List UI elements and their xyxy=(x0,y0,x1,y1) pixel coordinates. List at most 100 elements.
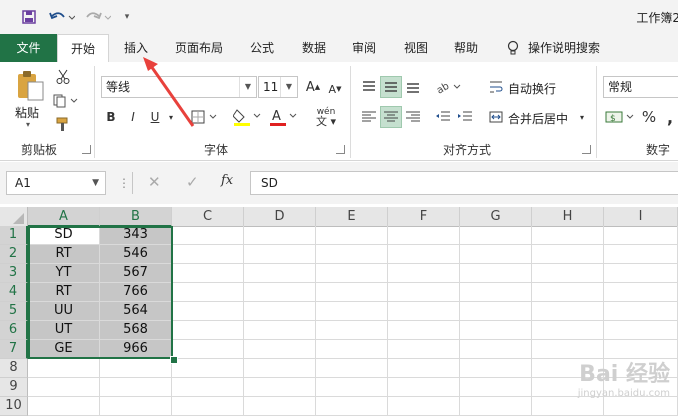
column-header-e[interactable]: E xyxy=(316,207,388,227)
row-header-4[interactable]: 4 xyxy=(0,283,28,302)
cell-f6[interactable] xyxy=(388,321,460,340)
cell-a4[interactable]: RT xyxy=(28,283,100,302)
cell-a1[interactable]: SD xyxy=(28,226,100,245)
align-left-icon[interactable] xyxy=(358,106,380,128)
cell-i1[interactable] xyxy=(604,226,678,245)
cell-h5[interactable] xyxy=(532,302,604,321)
cell-h10[interactable] xyxy=(532,397,604,416)
cell-d2[interactable] xyxy=(244,245,316,264)
cell-c5[interactable] xyxy=(172,302,244,321)
chevron-down-icon[interactable]: ▾ xyxy=(576,110,588,124)
cell-i4[interactable] xyxy=(604,283,678,302)
cell-g10[interactable] xyxy=(460,397,532,416)
cell-h1[interactable] xyxy=(532,226,604,245)
row-header-1[interactable]: 1 xyxy=(0,226,28,245)
cell-e4[interactable] xyxy=(316,283,388,302)
cell-a8[interactable] xyxy=(28,359,100,378)
cell-a6[interactable]: UT xyxy=(28,321,100,340)
percent-button[interactable]: % xyxy=(640,106,658,128)
tab-formulas[interactable]: 公式 xyxy=(242,34,282,62)
merge-center-icon[interactable] xyxy=(488,106,504,128)
cell-f7[interactable] xyxy=(388,340,460,359)
cell-g4[interactable] xyxy=(460,283,532,302)
font-size-box[interactable]: 11 ▼ xyxy=(258,76,298,98)
formula-input[interactable]: SD xyxy=(250,171,678,195)
chevron-down-icon[interactable]: ▾ xyxy=(166,110,176,124)
cell-b2[interactable]: 546 xyxy=(100,245,172,264)
cell-e8[interactable] xyxy=(316,359,388,378)
font-dialog-launcher[interactable] xyxy=(336,145,345,154)
cell-i5[interactable] xyxy=(604,302,678,321)
cell-f3[interactable] xyxy=(388,264,460,283)
cell-f9[interactable] xyxy=(388,378,460,397)
cell-g1[interactable] xyxy=(460,226,532,245)
cell-c4[interactable] xyxy=(172,283,244,302)
cell-b9[interactable] xyxy=(100,378,172,397)
column-header-h[interactable]: H xyxy=(532,207,604,227)
cell-b5[interactable]: 564 xyxy=(100,302,172,321)
cell-b4[interactable]: 766 xyxy=(100,283,172,302)
name-box[interactable]: A1 ▼ xyxy=(6,171,106,195)
cell-f2[interactable] xyxy=(388,245,460,264)
column-header-d[interactable]: D xyxy=(244,207,316,227)
tab-view[interactable]: 视图 xyxy=(396,34,436,62)
select-all-corner[interactable] xyxy=(0,207,28,227)
cell-d4[interactable] xyxy=(244,283,316,302)
decrease-indent-icon[interactable] xyxy=(432,106,454,128)
tab-data[interactable]: 数据 xyxy=(294,34,334,62)
wrap-text-button[interactable]: 自动换行 xyxy=(508,80,556,97)
cell-f10[interactable] xyxy=(388,397,460,416)
cell-h2[interactable] xyxy=(532,245,604,264)
orientation-icon[interactable]: ab xyxy=(434,76,464,98)
cell-c3[interactable] xyxy=(172,264,244,283)
cell-e1[interactable] xyxy=(316,226,388,245)
cell-e10[interactable] xyxy=(316,397,388,416)
merge-center-button[interactable]: 合并后居中 xyxy=(508,110,568,127)
undo-icon[interactable] xyxy=(48,8,76,26)
cut-icon[interactable] xyxy=(54,68,72,86)
comma-style-button[interactable]: , xyxy=(662,106,678,128)
cell-i10[interactable] xyxy=(604,397,678,416)
cell-d9[interactable] xyxy=(244,378,316,397)
tab-page-layout[interactable]: 页面布局 xyxy=(168,34,230,62)
cell-b8[interactable] xyxy=(100,359,172,378)
tab-help[interactable]: 帮助 xyxy=(446,34,486,62)
cell-c10[interactable] xyxy=(172,397,244,416)
cell-h6[interactable] xyxy=(532,321,604,340)
align-bottom-icon[interactable] xyxy=(402,76,424,98)
format-painter-icon[interactable] xyxy=(54,115,72,133)
alignment-dialog-launcher[interactable] xyxy=(582,145,591,154)
cell-i6[interactable] xyxy=(604,321,678,340)
paste-icon[interactable] xyxy=(15,70,45,102)
align-middle-icon[interactable] xyxy=(380,76,402,98)
tab-review[interactable]: 审阅 xyxy=(344,34,384,62)
decrease-font-icon[interactable]: A ▼ xyxy=(326,80,344,98)
copy-icon[interactable] xyxy=(52,92,80,110)
cell-a7[interactable]: GE xyxy=(28,340,100,359)
align-right-icon[interactable] xyxy=(402,106,424,128)
cell-d10[interactable] xyxy=(244,397,316,416)
column-header-c[interactable]: C xyxy=(172,207,244,227)
cell-b1[interactable]: 343 xyxy=(100,226,172,245)
cell-c8[interactable] xyxy=(172,359,244,378)
cell-a10[interactable] xyxy=(28,397,100,416)
column-header-f[interactable]: F xyxy=(388,207,460,227)
column-header-g[interactable]: G xyxy=(460,207,532,227)
cell-e3[interactable] xyxy=(316,264,388,283)
cell-c9[interactable] xyxy=(172,378,244,397)
cell-e5[interactable] xyxy=(316,302,388,321)
cell-g9[interactable] xyxy=(460,378,532,397)
insert-function-icon[interactable]: fx xyxy=(221,173,233,188)
paste-dropdown-icon[interactable]: ▾ xyxy=(26,120,30,129)
bold-button[interactable]: B xyxy=(104,108,118,126)
clipboard-dialog-launcher[interactable] xyxy=(82,145,91,154)
cell-d1[interactable] xyxy=(244,226,316,245)
cell-d5[interactable] xyxy=(244,302,316,321)
tab-home[interactable]: 开始 xyxy=(57,34,109,62)
cell-g2[interactable] xyxy=(460,245,532,264)
increase-indent-icon[interactable] xyxy=(454,106,476,128)
chevron-down-icon[interactable]: ▼ xyxy=(92,172,99,194)
fill-handle[interactable] xyxy=(170,356,178,364)
cell-b3[interactable]: 567 xyxy=(100,264,172,283)
row-header-10[interactable]: 10 xyxy=(0,397,28,416)
